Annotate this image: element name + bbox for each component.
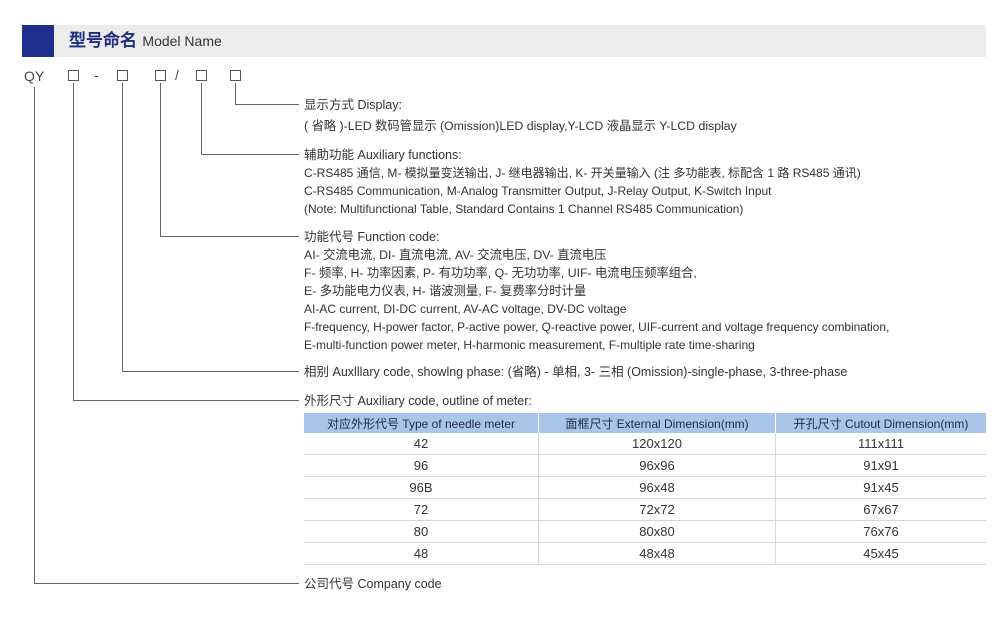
connector-company-vertical (34, 87, 35, 583)
cell-cutout: 91x91 (775, 454, 986, 477)
function-line-6: E-multi-function power meter, H-harmonic… (304, 338, 755, 352)
page-title-cn: 型号命名 (69, 31, 137, 51)
cell-cutout: 67x67 (775, 498, 986, 521)
cell-type: 80 (304, 520, 539, 543)
page-title-en: Model Name (142, 33, 222, 49)
cell-cutout: 45x45 (775, 542, 986, 565)
function-line-5: F-frequency, H-power factor, P-active po… (304, 320, 890, 334)
col-header-external: 面框尺寸 External Dimension(mm) (538, 413, 776, 433)
cell-external: 96x96 (538, 454, 776, 477)
function-line-3: E- 多功能电力仪表, H- 谐波测量, F- 复费率分时计量 (304, 284, 587, 298)
code-box-outline (68, 70, 79, 81)
table-row: 72 72x72 67x67 (304, 498, 986, 521)
code-dash: - (94, 67, 99, 83)
function-line-1: AI- 交流电流, DI- 直流电流, AV- 交流电压, DV- 直流电压 (304, 248, 607, 262)
cell-external: 80x80 (538, 520, 776, 543)
header-accent-block (22, 25, 54, 57)
connector-auxiliary-vertical (201, 83, 202, 154)
cell-type: 96B (304, 476, 539, 499)
col-header-cutout: 开孔尺寸 Cutout Dimension(mm) (775, 413, 986, 433)
cell-external: 120x120 (538, 433, 776, 455)
table-row: 42 120x120 111x111 (304, 433, 986, 455)
auxiliary-line-en: C-RS485 Communication, M-Analog Transmit… (304, 184, 772, 198)
cell-cutout: 91x45 (775, 476, 986, 499)
cell-external: 72x72 (538, 498, 776, 521)
code-box-auxiliary (196, 70, 207, 81)
table-row: 96 96x96 91x91 (304, 454, 986, 477)
function-line-2: F- 频率, H- 功率因素, P- 有功功率, Q- 无功功率, UIF- 电… (304, 266, 697, 280)
dimension-table-header-row: 对应外形代号 Type of needle meter 面框尺寸 Externa… (304, 413, 986, 433)
display-label: 显示方式 Display: (304, 97, 402, 112)
auxiliary-label: 辅助功能 Auxiliary functions: (304, 147, 462, 162)
cell-cutout: 111x111 (775, 433, 986, 455)
table-row: 80 80x80 76x76 (304, 520, 986, 543)
connector-phase-horizontal (122, 371, 299, 372)
connector-auxiliary-horizontal (201, 154, 299, 155)
dimension-table: 对应外形代号 Type of needle meter 面框尺寸 Externa… (304, 413, 986, 565)
page-title: 型号命名 Model Name (69, 30, 222, 52)
col-header-type: 对应外形代号 Type of needle meter (304, 413, 539, 433)
cell-type: 72 (304, 498, 539, 521)
code-prefix: QY (24, 68, 45, 84)
connector-display-horizontal (235, 104, 299, 105)
connector-display-vertical (235, 83, 236, 104)
cell-external: 48x48 (538, 542, 776, 565)
function-label: 功能代号 Function code: (304, 229, 440, 244)
function-line-4: AI-AC current, DI-DC current, AV-AC volt… (304, 302, 627, 316)
outline-label: 外形尺寸 Auxiliary code, outline of meter: (304, 393, 532, 408)
company-label: 公司代号 Company code (304, 576, 442, 591)
connector-function-vertical (160, 83, 161, 236)
connector-company-horizontal (34, 583, 299, 584)
cell-external: 96x48 (538, 476, 776, 499)
code-box-phase (117, 70, 128, 81)
connector-outline-horizontal (73, 400, 299, 401)
cell-type: 48 (304, 542, 539, 565)
display-description: ( 省略 )-LED 数码管显示 (Omission)LED display,Y… (304, 119, 737, 133)
auxiliary-line-note: (Note: Multifunctional Table, Standard C… (304, 202, 744, 216)
phase-label: 相别 Auxlllary code, showlng phase: (省略) -… (304, 364, 848, 379)
code-box-function (155, 70, 166, 81)
cell-type: 42 (304, 433, 539, 455)
connector-phase-vertical (122, 83, 123, 371)
connector-outline-vertical (73, 83, 74, 400)
code-slash: / (175, 67, 179, 83)
auxiliary-line-cn: C-RS485 通信, M- 模拟量变送输出, J- 继电器输出, K- 开关量… (304, 166, 861, 180)
table-row: 48 48x48 45x45 (304, 542, 986, 565)
code-box-display (230, 70, 241, 81)
table-row: 96B 96x48 91x45 (304, 476, 986, 499)
cell-type: 96 (304, 454, 539, 477)
connector-function-horizontal (160, 236, 299, 237)
cell-cutout: 76x76 (775, 520, 986, 543)
